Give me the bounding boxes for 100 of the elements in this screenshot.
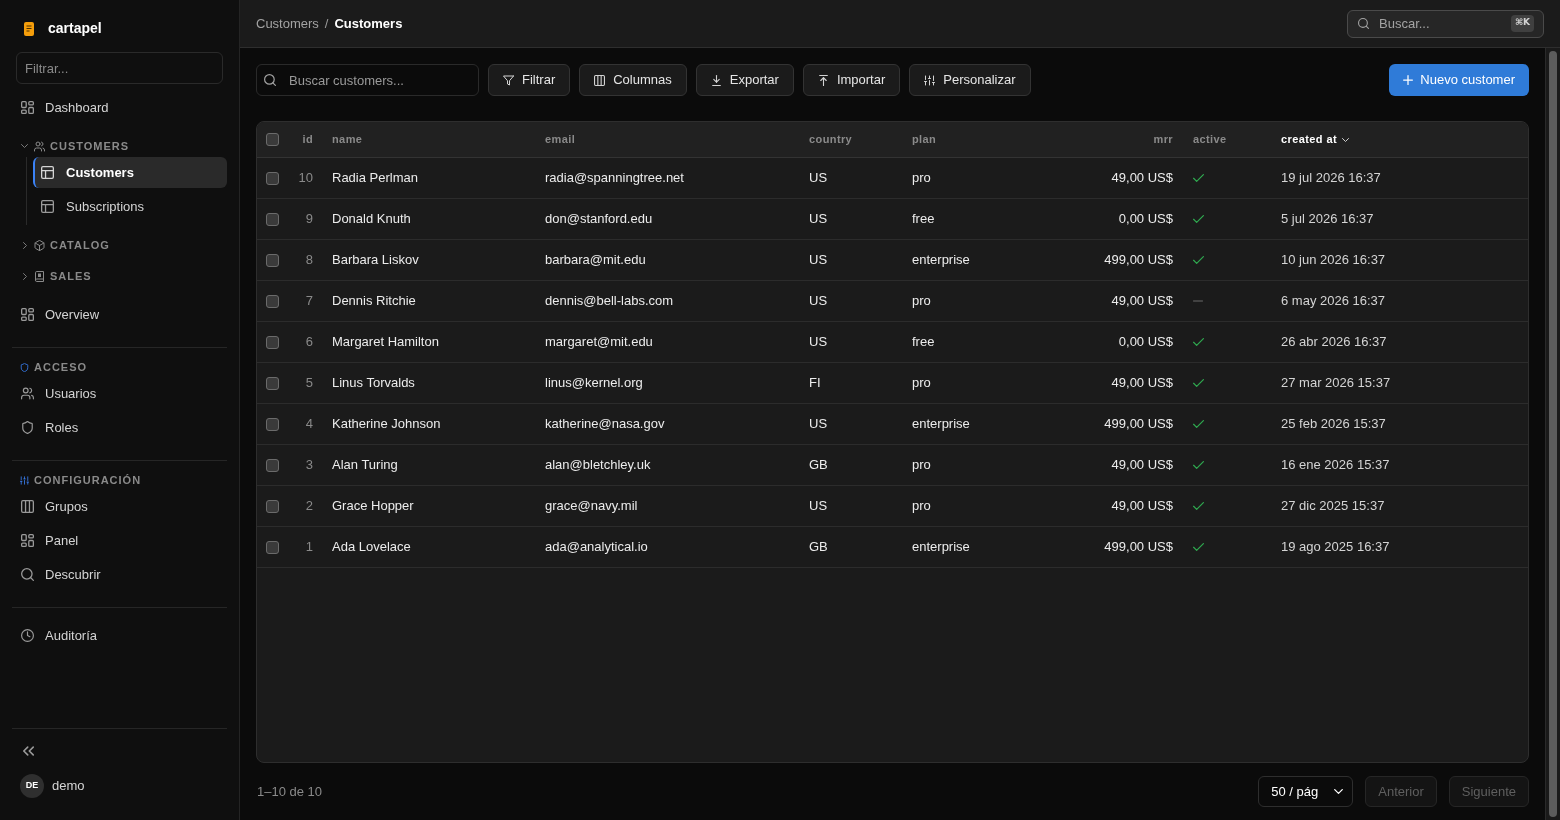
nav-item[interactable]: Auditoría xyxy=(12,620,227,651)
columns-button[interactable]: Columnas xyxy=(579,64,687,96)
table-cell-text: 16 ene 2026 15:37 xyxy=(1281,456,1390,475)
table-cell-text: grace@navy.mil xyxy=(545,497,638,516)
table-cell-text: alan@bletchley.uk xyxy=(545,456,651,475)
column-header[interactable]: created at xyxy=(1281,131,1349,148)
nav-group[interactable]: CUSTOMERS xyxy=(12,136,227,156)
page-size-select[interactable]: 50 / pág xyxy=(1258,776,1354,807)
table-cell-text: 1 xyxy=(305,538,313,557)
table-cell-text: 4 xyxy=(305,415,313,434)
table-cell-text: 6 xyxy=(305,333,313,352)
table-cell-text: 49,00 US$ xyxy=(1111,374,1173,393)
breadcrumb-link[interactable]: Customers xyxy=(256,13,319,34)
table-cell-text: radia@spanningtree.net xyxy=(545,169,684,188)
table-cell-text: US xyxy=(809,169,828,188)
table-cell-text: 499,00 US$ xyxy=(1104,415,1173,434)
table-icon xyxy=(41,200,54,213)
search-field[interactable]: Buscar customers... xyxy=(256,64,479,96)
download-icon xyxy=(710,74,722,86)
clock-icon xyxy=(21,629,34,642)
nav-item[interactable]: Descubrir xyxy=(12,559,227,590)
column-header[interactable]: mrr xyxy=(1153,131,1173,148)
table-cell-text: pro xyxy=(912,292,931,311)
table-cell-text: FI xyxy=(809,374,821,393)
nav-item[interactable]: Customers xyxy=(33,157,227,188)
checkbox[interactable] xyxy=(266,417,279,431)
table-cell-text: free xyxy=(912,333,935,352)
checkbox[interactable] xyxy=(266,458,279,472)
double-chevron-left-icon[interactable] xyxy=(23,746,34,756)
table-cell-text: US xyxy=(809,210,828,229)
table-cell-text: US xyxy=(809,415,828,434)
search-icon xyxy=(21,568,34,581)
table-cell-text: dennis@bell-labs.com xyxy=(545,292,674,311)
checkbox[interactable] xyxy=(266,253,279,267)
new-customer-button[interactable]: Nuevo customer xyxy=(1389,64,1529,96)
users-icon xyxy=(21,387,34,400)
table-cell-text: US xyxy=(809,333,828,352)
table-cell-text: 0,00 US$ xyxy=(1118,333,1173,352)
nav-item[interactable]: Overview xyxy=(12,299,227,330)
chevron-right-icon xyxy=(22,272,27,280)
breadcrumb-current: Customers xyxy=(334,14,403,33)
filter-button[interactable]: Filtrar xyxy=(488,64,571,96)
brand-name: cartapel xyxy=(48,19,102,38)
import-button[interactable]: Importar xyxy=(802,64,901,96)
checkbox[interactable] xyxy=(266,294,279,308)
checkbox[interactable] xyxy=(266,540,279,554)
table-cell-text: 6 may 2026 16:37 xyxy=(1281,292,1386,311)
checkbox[interactable] xyxy=(266,133,279,146)
table-cell-text: don@stanford.edu xyxy=(545,210,653,229)
nav-group[interactable]: SALES xyxy=(12,266,227,286)
export-button[interactable]: Exportar xyxy=(695,64,794,96)
customize-button[interactable]: Personalizar xyxy=(909,64,1031,96)
user-name: demo xyxy=(52,777,85,796)
table-cell-text: 3 xyxy=(305,456,313,475)
column-header[interactable]: id xyxy=(302,131,313,148)
columns-icon xyxy=(594,74,606,86)
section-heading: ACCESO xyxy=(12,357,227,377)
nav-item[interactable]: Panel xyxy=(12,525,227,556)
table-cell-text: 10 jun 2026 16:37 xyxy=(1281,251,1386,270)
table-cell-text: enterprise xyxy=(912,415,970,434)
pagination-summary: 1–10 de 10 xyxy=(256,782,323,801)
grid-icon xyxy=(21,101,34,114)
table-cell-text: pro xyxy=(912,374,931,393)
table-cell-text: barbara@mit.edu xyxy=(545,251,646,270)
nav-item[interactable]: Roles xyxy=(12,412,227,443)
table-cell-text: 2 xyxy=(305,497,313,516)
checkbox[interactable] xyxy=(266,171,279,185)
table-cell-text: 19 jul 2026 16:37 xyxy=(1281,169,1381,188)
table-cell-text: 49,00 US$ xyxy=(1111,292,1173,311)
table-cell-text: linus@kernel.org xyxy=(545,374,643,393)
table-cell-text: 26 abr 2026 16:37 xyxy=(1281,333,1387,352)
table-icon xyxy=(41,166,54,179)
checkbox[interactable] xyxy=(266,212,279,226)
filter-field[interactable]: Filtrar... xyxy=(16,52,223,84)
column-header[interactable]: email xyxy=(545,131,576,148)
scrollbar[interactable] xyxy=(1545,48,1560,820)
filter-icon xyxy=(503,74,514,86)
table-cell-text: Grace Hopper xyxy=(332,497,414,516)
nav-group[interactable]: CATALOG xyxy=(12,235,227,255)
table-cell-text: 27 mar 2026 15:37 xyxy=(1281,374,1391,393)
upload-icon xyxy=(817,74,829,86)
table-cell-text: pro xyxy=(912,497,931,516)
checkbox[interactable] xyxy=(266,499,279,513)
search-icon xyxy=(264,74,276,86)
grid-icon xyxy=(21,534,34,547)
table-cell-text: 499,00 US$ xyxy=(1104,538,1173,557)
column-header[interactable]: plan xyxy=(912,131,937,148)
nav-item[interactable]: Subscriptions xyxy=(33,191,227,222)
table-cell-text: 49,00 US$ xyxy=(1111,497,1173,516)
table-cell-text: ada@analytical.io xyxy=(545,538,648,557)
nav-item[interactable]: Dashboard xyxy=(12,92,227,123)
table-cell-text: 5 xyxy=(305,374,313,393)
nav-item[interactable]: Grupos xyxy=(12,491,227,522)
table-cell-text: pro xyxy=(912,169,931,188)
checkbox[interactable] xyxy=(266,335,279,349)
column-header[interactable]: country xyxy=(809,131,853,148)
nav-item[interactable]: Usuarios xyxy=(12,378,227,409)
column-header[interactable]: active xyxy=(1193,131,1227,148)
checkbox[interactable] xyxy=(266,376,279,390)
column-header[interactable]: name xyxy=(332,131,363,148)
